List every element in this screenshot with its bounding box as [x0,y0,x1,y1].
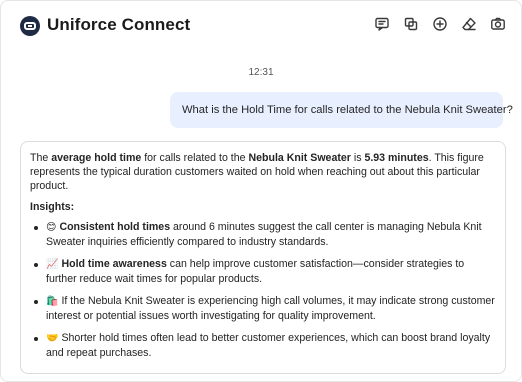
toolbar [373,15,507,33]
list-item: 🤝 Shorter hold times often lead to better… [30,331,495,360]
insights-heading: Insights: [30,201,75,213]
shopping-bags-emoji-icon: 🛍️ [46,296,59,307]
chart-up-emoji-icon: 📈 [46,259,59,270]
insights-list: 😊 Consistent hold times around 6 minutes … [30,220,495,360]
app-title: Uniforce Connect [47,15,191,34]
assistant-message: The average hold time for calls related … [20,141,506,374]
copy-icon[interactable] [402,15,420,33]
camera-icon[interactable] [489,15,507,33]
chat-window: Uniforce Connect 12:31 What is the Hold … [0,0,522,382]
list-item: 🛍️ If the Nebula Knit Sweater is experien… [30,294,495,323]
eraser-icon[interactable] [460,15,478,33]
smile-emoji-icon: 😊 [46,222,57,233]
header: Uniforce Connect [1,1,521,49]
list-item: 😊 Consistent hold times around 6 minutes … [30,220,495,249]
app-logo-icon [20,16,40,36]
chat-icon[interactable] [373,15,391,33]
list-item: 📈 Hold time awareness can help improve cu… [30,257,495,286]
user-message: What is the Hold Time for calls related … [170,92,513,128]
new-chat-icon[interactable] [431,15,449,33]
message-timestamp: 12:31 [248,67,274,78]
handshake-emoji-icon: 🤝 [46,333,59,344]
answer-paragraph: The average hold time for calls related … [30,152,484,192]
